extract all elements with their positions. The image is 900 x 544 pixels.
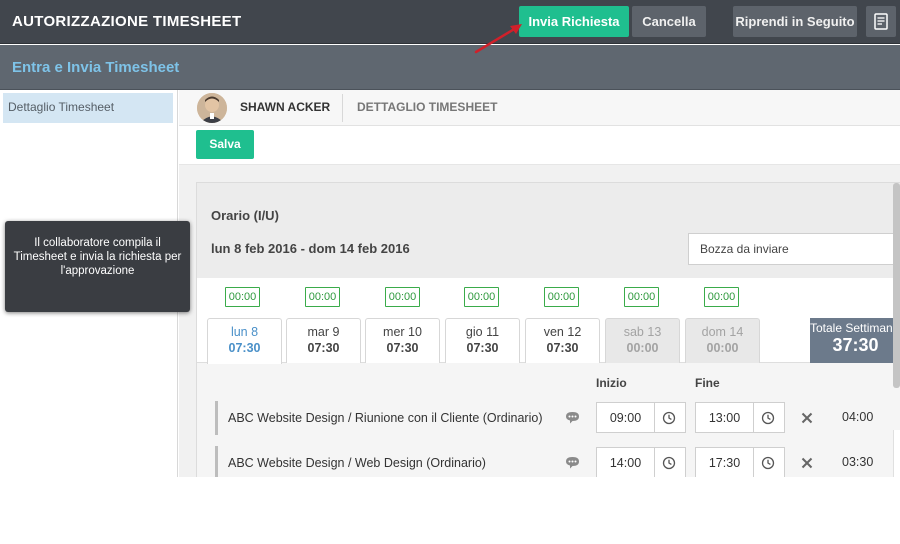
day-name: sab 13 (623, 325, 662, 339)
end-time-value: 17:30 (708, 456, 741, 470)
day-hours: 00:00 (706, 341, 739, 355)
top-bar: AUTORIZZAZIONE TIMESHEET Invia Richiesta… (0, 0, 900, 44)
entry-label: ABC Website Design / Riunione con il Cli… (228, 411, 543, 425)
start-time-input[interactable]: 09:00 (596, 402, 686, 433)
sidebar-item-timesheet-detail[interactable]: Dettaglio Timesheet (3, 93, 173, 123)
day-name: lun 8 (230, 325, 259, 339)
day-chip-mon: 00:00 (225, 287, 260, 307)
day-name: ven 12 (543, 325, 582, 339)
day-chip-sun: 00:00 (704, 287, 739, 307)
end-time-input[interactable]: 17:30 (695, 447, 785, 477)
status-select[interactable]: Bozza da inviare (688, 233, 900, 265)
time-entry-row: ABC Website Design / Riunione con il Cli… (215, 401, 900, 435)
column-start-header: Inizio (596, 376, 627, 390)
row-marker (215, 446, 218, 477)
day-hours: 07:30 (307, 341, 340, 355)
comment-icon[interactable] (565, 456, 580, 469)
day-hours: 00:00 (626, 341, 659, 355)
input-divider (753, 448, 754, 477)
day-chip-fri: 00:00 (544, 287, 579, 307)
app-window: AUTORIZZAZIONE TIMESHEET Invia Richiesta… (0, 0, 900, 477)
delete-icon[interactable] (801, 412, 813, 424)
header-divider (342, 94, 343, 122)
resume-later-button[interactable]: Riprendi in Seguito (733, 6, 857, 37)
weekly-total-label: Totale Settimanale (810, 321, 900, 335)
breadcrumb: DETTAGLIO TIMESHEET (357, 100, 498, 114)
end-time-input[interactable]: 13:00 (695, 402, 785, 433)
day-name: mar 9 (307, 325, 340, 339)
scrollbar-track[interactable] (893, 430, 900, 477)
entry-duration: 03:30 (842, 455, 874, 469)
submit-request-button[interactable]: Invia Richiesta (519, 6, 629, 37)
day-tab-wed[interactable]: mer 10 07:30 (365, 318, 440, 363)
comment-icon[interactable] (565, 411, 580, 424)
weekly-total: Totale Settimanale 37:30 (810, 318, 900, 363)
delete-icon[interactable] (801, 457, 813, 469)
day-tab-tue[interactable]: mar 9 07:30 (286, 318, 361, 363)
avatar (197, 93, 227, 123)
save-button[interactable]: Salva (196, 130, 254, 159)
page-header: Entra e Invia Timesheet (0, 45, 900, 90)
column-end-header: Fine (695, 376, 720, 390)
notes-button[interactable] (866, 6, 896, 37)
scrollbar-thumb[interactable] (893, 183, 900, 388)
start-time-value: 14:00 (609, 456, 642, 470)
day-chip-wed: 00:00 (385, 287, 420, 307)
day-tab-sat[interactable]: sab 13 00:00 (605, 318, 680, 363)
day-name: dom 14 (701, 325, 744, 339)
cancel-button[interactable]: Cancella (632, 6, 706, 37)
day-name: mer 10 (383, 325, 422, 339)
clock-icon[interactable] (761, 411, 775, 425)
input-divider (654, 448, 655, 477)
date-range: lun 8 feb 2016 - dom 14 feb 2016 (211, 241, 410, 256)
page-title: Entra e Invia Timesheet (12, 59, 180, 76)
input-divider (753, 403, 754, 432)
section-title: Orario (I/U) (211, 208, 279, 223)
start-time-input[interactable]: 14:00 (596, 447, 686, 477)
time-entry-row: ABC Website Design / Web Design (Ordinar… (215, 446, 900, 477)
entry-duration: 04:00 (842, 410, 874, 424)
day-hours: 07:30 (466, 341, 499, 355)
day-hours: 07:30 (228, 341, 261, 355)
notes-icon (874, 13, 888, 30)
clock-icon[interactable] (662, 411, 676, 425)
day-tab-mon[interactable]: lun 8 07:30 (207, 318, 282, 364)
start-time-value: 09:00 (609, 411, 642, 425)
row-marker (215, 401, 218, 435)
employee-name: SHAWN ACKER (240, 100, 331, 114)
day-name: gio 11 (465, 325, 500, 339)
clock-icon[interactable] (662, 456, 676, 470)
employee-header: SHAWN ACKER DETTAGLIO TIMESHEET (179, 90, 900, 126)
day-tab-thu[interactable]: gio 11 07:30 (445, 318, 520, 363)
end-time-value: 13:00 (708, 411, 741, 425)
day-chip-tue: 00:00 (305, 287, 340, 307)
day-chip-sat: 00:00 (624, 287, 659, 307)
weekly-total-value: 37:30 (832, 335, 879, 355)
day-hours: 07:30 (546, 341, 579, 355)
day-tab-fri[interactable]: ven 12 07:30 (525, 318, 600, 363)
input-divider (654, 403, 655, 432)
day-tab-sun[interactable]: dom 14 00:00 (685, 318, 760, 363)
annotation-arrow-icon (474, 24, 522, 54)
app-title: AUTORIZZAZIONE TIMESHEET (12, 13, 242, 30)
clock-icon[interactable] (761, 456, 775, 470)
day-chip-thu: 00:00 (464, 287, 499, 307)
day-hours: 07:30 (386, 341, 419, 355)
tooltip: Il collaboratore compila il Timesheet e … (5, 221, 190, 312)
entry-label: ABC Website Design / Web Design (Ordinar… (228, 456, 486, 470)
